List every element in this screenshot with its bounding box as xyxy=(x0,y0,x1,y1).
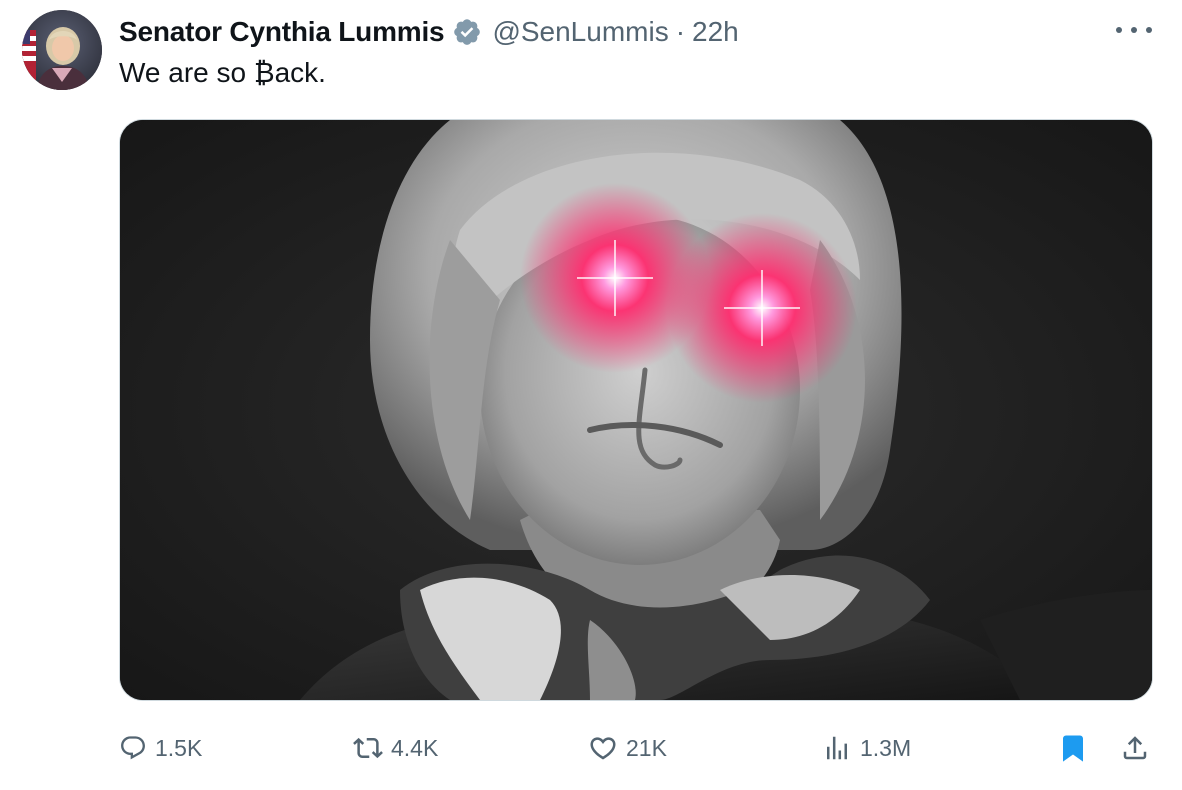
heart-icon xyxy=(590,737,616,760)
retweet-button[interactable]: 4.4K xyxy=(353,730,438,766)
share-button[interactable] xyxy=(1120,730,1150,766)
tweet-header: Senator Cynthia Lummis @SenLummis · 22h xyxy=(119,12,739,52)
more-dot xyxy=(1146,27,1152,33)
like-count: 21K xyxy=(626,734,667,761)
views-chart-icon xyxy=(827,736,847,760)
header-separator: · xyxy=(675,16,686,47)
more-dots-icon[interactable] xyxy=(1116,18,1152,42)
retweet-icon xyxy=(353,737,383,759)
verified-badge-icon[interactable] xyxy=(452,17,482,47)
author-display-name[interactable]: Senator Cynthia Lummis xyxy=(119,16,445,48)
tweet-actions-bar: 1.5K 4.4K 21K 1.3M xyxy=(0,720,1182,776)
retweet-count: 4.4K xyxy=(391,734,439,761)
tweet-text: We are so ₿ack. xyxy=(119,57,326,88)
more-dot xyxy=(1116,27,1122,33)
views-button[interactable]: 1.3M xyxy=(822,730,911,766)
bookmark-button[interactable] xyxy=(1058,730,1088,766)
reply-button[interactable]: 1.5K xyxy=(119,730,202,766)
tweet: Senator Cynthia Lummis @SenLummis · 22h … xyxy=(0,0,1182,790)
tweet-timestamp[interactable]: 22h xyxy=(692,16,739,48)
more-dot xyxy=(1131,27,1137,33)
views-count: 1.3M xyxy=(860,734,912,761)
tweet-media-image[interactable] xyxy=(119,119,1153,701)
author-avatar[interactable] xyxy=(22,10,102,90)
bookmark-icon xyxy=(1063,735,1083,762)
like-button[interactable]: 21K xyxy=(588,730,667,766)
share-icon xyxy=(1123,736,1147,760)
reply-count: 1.5K xyxy=(155,734,203,761)
author-handle[interactable]: @SenLummis xyxy=(492,16,668,48)
reply-icon xyxy=(121,736,145,760)
